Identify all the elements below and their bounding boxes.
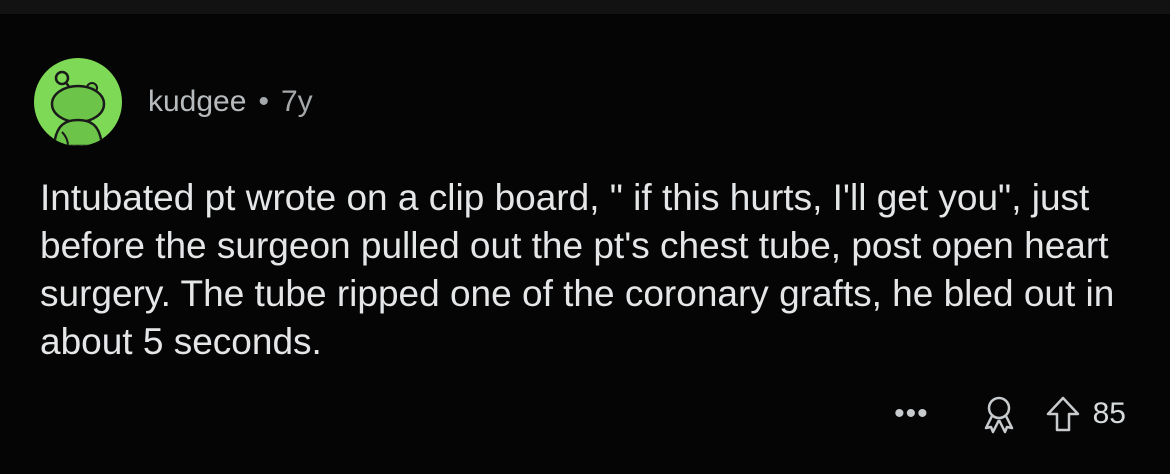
upvote-button[interactable]	[1045, 395, 1081, 433]
comment-header: kudgee • 7y	[34, 56, 313, 148]
comment-age: 7y	[280, 85, 313, 118]
comment-meta: kudgee • 7y	[148, 85, 313, 119]
top-bar	[0, 0, 1170, 14]
comment-body: Intubated pt wrote on a clip board, " if…	[40, 177, 1115, 362]
username-link[interactable]: kudgee	[148, 85, 246, 119]
upvote-arrow-icon	[1046, 396, 1079, 432]
award-button[interactable]	[979, 394, 1019, 434]
comment-card: kudgee • 7y Intubated pt wrote on a clip…	[0, 14, 1170, 474]
vote-score: 85	[1092, 397, 1126, 430]
comment-actions: ••• 85	[894, 386, 1126, 442]
user-avatar[interactable]	[34, 58, 122, 146]
snoo-avatar-icon	[50, 70, 106, 146]
meta-separator: •	[258, 85, 269, 118]
award-icon	[984, 396, 1013, 434]
more-options-button[interactable]: •••	[894, 399, 929, 429]
